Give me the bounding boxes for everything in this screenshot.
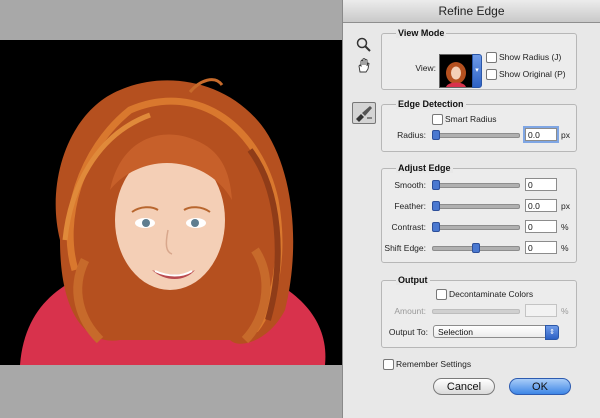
view-mode-group: View Mode View: ▾ Show Radius (J) Show O… [381, 28, 577, 90]
cancel-button[interactable]: Cancel [433, 378, 495, 395]
smooth-input[interactable]: 0 [525, 178, 557, 191]
smart-radius-checkbox[interactable] [432, 114, 443, 125]
smooth-slider-thumb[interactable] [432, 180, 440, 190]
output-to-value: Selection [438, 327, 473, 337]
adjust-edge-title: Adjust Edge [396, 163, 453, 173]
feather-unit: px [561, 201, 570, 211]
smart-radius-label: Smart Radius [445, 114, 497, 124]
photo-preview[interactable] [0, 40, 342, 365]
shift-edge-unit: % [561, 243, 569, 253]
radius-slider-thumb[interactable] [432, 130, 440, 140]
contrast-slider-thumb[interactable] [432, 222, 440, 232]
shift-edge-input[interactable]: 0 [525, 241, 557, 254]
edge-detection-title: Edge Detection [396, 99, 466, 109]
contrast-unit: % [561, 222, 569, 232]
shift-edge-slider[interactable] [432, 243, 520, 253]
radius-unit: px [561, 130, 570, 140]
contrast-slider[interactable] [432, 222, 520, 232]
show-radius-checkbox[interactable] [486, 52, 497, 63]
edge-detection-group: Edge Detection Smart Radius Radius: 0.0 … [381, 99, 577, 152]
amount-unit: % [561, 306, 569, 316]
smooth-slider[interactable] [432, 180, 520, 190]
radius-label: Radius: [397, 130, 426, 140]
feather-label: Feather: [394, 201, 426, 211]
dialog-title: Refine Edge [343, 0, 600, 23]
shift-edge-label: Shift Edge: [384, 243, 426, 253]
portrait-photo [20, 78, 326, 365]
show-radius-label: Show Radius (J) [499, 52, 562, 62]
remember-settings-checkbox[interactable] [383, 359, 394, 370]
radius-input[interactable]: 0.0 [525, 128, 557, 141]
document-canvas[interactable] [0, 0, 342, 418]
feather-input[interactable]: 0.0 [525, 199, 557, 212]
view-mode-thumbnail[interactable] [439, 54, 473, 88]
output-to-label: Output To: [388, 327, 428, 337]
output-title: Output [396, 275, 430, 285]
hand-tool-icon[interactable] [355, 57, 373, 75]
output-group: Output Decontaminate Colors Amount: % Ou… [381, 275, 577, 348]
view-mode-dropdown-arrow[interactable]: ▾ [472, 54, 482, 88]
show-original-checkbox[interactable] [486, 69, 497, 80]
contrast-label: Contrast: [391, 222, 427, 232]
output-to-select[interactable]: Selection ⇕ [433, 325, 559, 340]
amount-slider [432, 309, 520, 314]
view-mode-title: View Mode [396, 28, 447, 38]
decontaminate-label: Decontaminate Colors [449, 289, 534, 299]
shift-edge-slider-thumb[interactable] [472, 243, 480, 253]
ok-button[interactable]: OK [509, 378, 571, 395]
decontaminate-checkbox[interactable] [436, 289, 447, 300]
amount-label: Amount: [394, 306, 426, 316]
output-to-arrow-icon: ⇕ [545, 325, 559, 340]
adjust-edge-group: Adjust Edge Smooth: 0 Feather: 0.0 px Co… [381, 163, 577, 263]
zoom-tool-icon[interactable] [355, 36, 373, 54]
radius-slider[interactable] [432, 130, 520, 140]
feather-slider[interactable] [432, 201, 520, 211]
amount-input [525, 304, 557, 317]
contrast-input[interactable]: 0 [525, 220, 557, 233]
smooth-label: Smooth: [394, 180, 426, 190]
remember-settings-label: Remember Settings [396, 359, 472, 369]
refine-radius-tool-icon[interactable] [352, 102, 376, 124]
refine-edge-dialog: Refine Edge View Mode View: ▾ Show Radiu… [342, 0, 600, 418]
feather-slider-thumb[interactable] [432, 201, 440, 211]
view-label: View: [415, 63, 436, 73]
show-original-label: Show Original (P) [499, 69, 566, 79]
